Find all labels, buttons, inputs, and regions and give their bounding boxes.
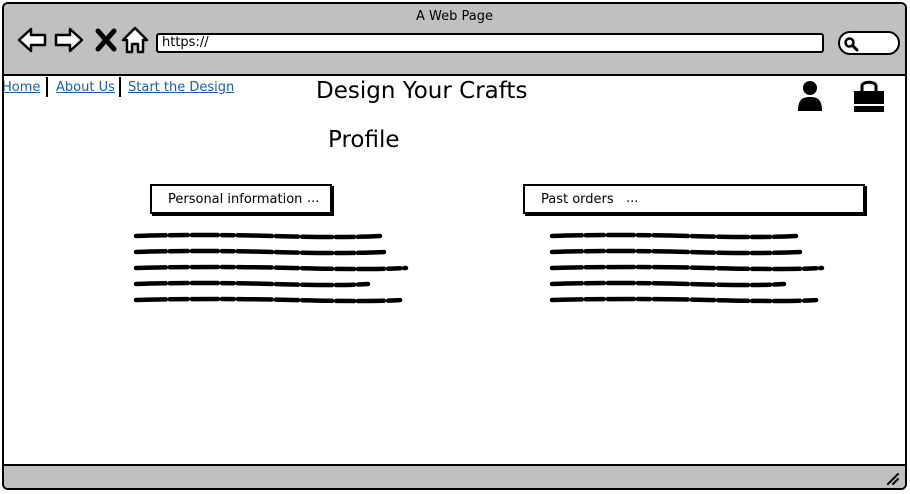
section-label: Personal information	[168, 192, 303, 207]
home-icon[interactable]	[119, 24, 151, 56]
browser-window: A Web Page https:// Home About Us Start …	[2, 2, 907, 490]
section-header-past-orders[interactable]: Past orders ...	[523, 184, 865, 214]
section-label: Past orders	[541, 192, 614, 207]
user-icon[interactable]	[797, 80, 823, 112]
arrow-right-icon[interactable]	[53, 24, 85, 56]
browser-chrome: A Web Page https://	[4, 4, 905, 76]
close-icon[interactable]	[90, 24, 122, 56]
arrow-left-icon[interactable]	[16, 24, 48, 56]
section-header-personal-information[interactable]: Personal information ...	[150, 184, 332, 214]
more-indicator: ...	[307, 191, 320, 206]
window-title: A Web Page	[416, 9, 493, 24]
search-icon	[844, 37, 859, 52]
site-title: Design Your Crafts	[316, 78, 528, 104]
placeholder-text-block	[549, 232, 825, 304]
shopping-bag-icon[interactable]	[851, 79, 887, 113]
nav-separator	[119, 77, 121, 97]
more-indicator: ...	[626, 191, 639, 206]
status-bar	[4, 464, 905, 488]
resize-grip-icon[interactable]	[885, 471, 899, 485]
search-field[interactable]	[838, 31, 900, 55]
page-title: Profile	[328, 127, 400, 153]
nav-separator	[46, 77, 48, 97]
placeholder-text-block	[133, 232, 409, 304]
nav-link-start-design[interactable]: Start the Design	[128, 80, 234, 95]
nav-link-home[interactable]: Home	[4, 80, 40, 95]
nav-link-about-us[interactable]: About Us	[56, 80, 115, 95]
address-bar[interactable]: https://	[156, 33, 824, 53]
